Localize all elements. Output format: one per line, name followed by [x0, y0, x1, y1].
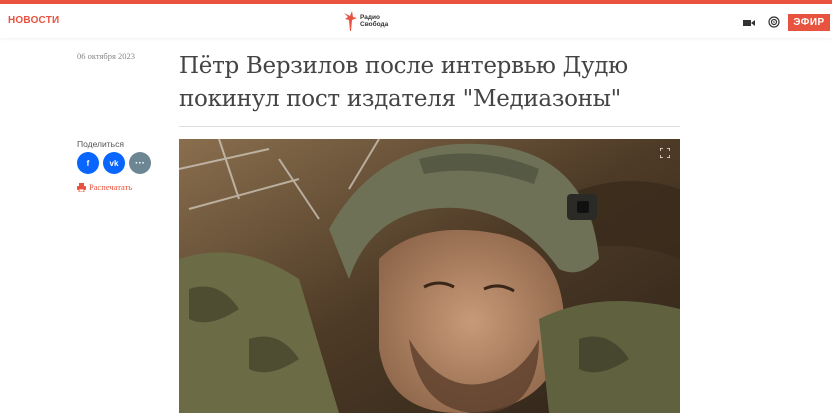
- logo-line-2: Свобода: [360, 21, 389, 28]
- expand-icon[interactable]: [660, 148, 670, 158]
- print-label: Распечатать: [89, 182, 133, 192]
- article-photo-illustration: [179, 139, 680, 413]
- share-label: Поделиться: [77, 139, 124, 149]
- site-logo[interactable]: Радио Свобода: [343, 10, 388, 32]
- radio-icon[interactable]: [768, 16, 780, 28]
- article-title: Пётр Верзилов после интервью Дудю покину…: [179, 53, 628, 112]
- logo-torch-icon: [344, 11, 357, 31]
- logo-line-1: Радио: [360, 14, 380, 21]
- article-date: 06 октября 2023: [77, 51, 136, 61]
- share-facebook-button[interactable]: f: [77, 152, 99, 174]
- article-photo[interactable]: [179, 139, 680, 413]
- print-link[interactable]: Распечатать: [77, 182, 132, 192]
- printer-icon: [77, 182, 86, 192]
- nav-news-link[interactable]: НОВОСТИ: [8, 15, 59, 26]
- video-icon[interactable]: [743, 18, 755, 28]
- share-more-button[interactable]: ···: [129, 152, 151, 174]
- site-header: НОВОСТИ Радио Свобода ЭФИР: [0, 4, 832, 38]
- title-divider: [179, 126, 680, 127]
- live-button[interactable]: ЭФИР: [788, 14, 830, 31]
- logo-text: Радио Свобода: [360, 14, 388, 28]
- share-vk-button[interactable]: vk: [103, 152, 125, 174]
